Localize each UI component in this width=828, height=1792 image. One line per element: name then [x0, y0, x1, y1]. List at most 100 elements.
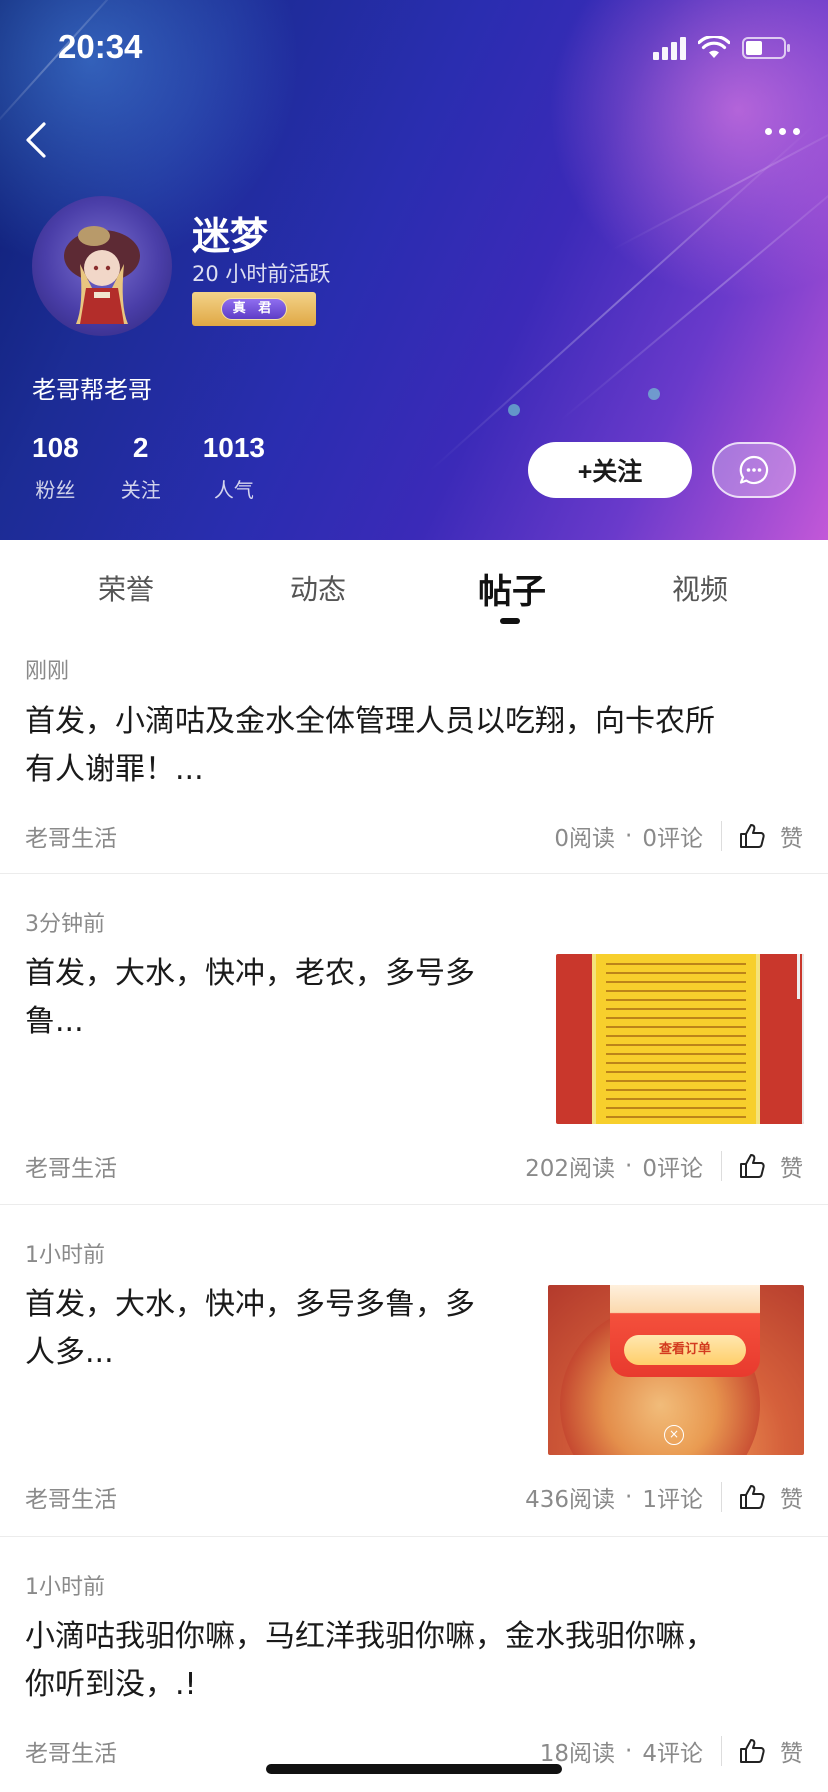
post-thumbnail[interactable] — [556, 954, 804, 1124]
like-label: 赞 — [780, 1156, 803, 1182]
divider — [721, 1482, 722, 1512]
active-tab-indicator — [500, 618, 520, 624]
tab-activity[interactable]: 动态 — [290, 568, 346, 608]
stat-value: 1013 — [202, 432, 266, 463]
separator: · — [625, 823, 633, 849]
comment-count: 0评论 — [642, 1156, 703, 1182]
divider — [721, 1736, 722, 1766]
post-item[interactable]: 1小时前 首发，大水，快冲，多号多鲁，多 人多... 查看订单 × 老哥生活 4… — [0, 1205, 828, 1537]
post-source[interactable]: 老哥生活 — [25, 1480, 117, 1514]
divider — [721, 821, 722, 851]
post-counts: 436阅读 · 1评论 — [525, 1480, 703, 1514]
post-title-line: 有人谢罪！... — [25, 752, 204, 787]
read-count: 18阅读 — [539, 1741, 616, 1767]
profile-header: 20:34 迷梦 20 小时前活跃 真 君 老哥帮老哥 108 粉丝 2 关注 … — [0, 0, 828, 540]
separator: · — [625, 1738, 633, 1764]
post-title-line: 首发，大水，快冲，多号多鲁，多 — [25, 1287, 475, 1322]
stat-label: 粉丝 — [35, 478, 76, 502]
more-options-icon[interactable] — [765, 128, 800, 135]
read-count: 436阅读 — [525, 1487, 616, 1513]
post-title-line: 首发，大水，快冲，老农，多号多 — [25, 956, 475, 991]
post-title: 首发，小滴咕及金水全体管理人员以吃翔，向卡农所 有人谢罪！... — [25, 698, 805, 794]
home-indicator[interactable] — [266, 1764, 562, 1774]
stat-following[interactable]: 2 关注 — [121, 432, 161, 503]
thumbs-up-icon — [740, 1154, 765, 1178]
like-button[interactable]: 赞 — [738, 819, 803, 853]
chat-bubble-icon — [739, 455, 769, 485]
post-counts: 18阅读 · 4评论 — [540, 1734, 703, 1768]
tab-posts[interactable]: 帖子 — [478, 564, 546, 613]
like-button[interactable]: 赞 — [738, 1480, 803, 1514]
stat-value: 108 — [32, 432, 79, 463]
follow-button[interactable]: +关注 — [528, 442, 692, 498]
user-bio: 老哥帮老哥 — [32, 376, 152, 404]
stat-popularity: 1013 人气 — [203, 432, 265, 503]
read-count: 0阅读 — [554, 826, 616, 852]
stat-value: 2 — [132, 432, 149, 463]
like-label: 赞 — [780, 1741, 803, 1767]
thumbs-up-icon — [740, 1739, 765, 1763]
post-thumbnail[interactable]: 查看订单 × — [548, 1285, 804, 1455]
header-light-dot — [508, 404, 520, 416]
post-item[interactable]: 1小时前 小滴咕我驲你嘛，马红洋我驲你嘛，金水我驲你嘛， 你听到没，.! 老哥生… — [0, 1537, 828, 1792]
post-time: 3分钟前 — [25, 912, 105, 937]
message-button[interactable] — [712, 442, 796, 498]
post-source[interactable]: 老哥生活 — [25, 1149, 117, 1183]
comment-count: 4评论 — [642, 1741, 703, 1767]
separator: · — [625, 1153, 633, 1179]
title-badge[interactable]: 真 君 — [192, 292, 316, 326]
tab-honor[interactable]: 荣誉 — [98, 568, 154, 608]
profile-stats: 108 粉丝 2 关注 1013 人气 — [32, 432, 307, 503]
post-item[interactable]: 刚刚 首发，小滴咕及金水全体管理人员以吃翔，向卡农所 有人谢罪！... 老哥生活… — [0, 630, 828, 874]
post-item[interactable]: 3分钟前 首发，大水，快冲，老农，多号多 鲁... 老哥生活 202阅读 · 0… — [0, 874, 828, 1205]
like-label: 赞 — [780, 826, 803, 852]
thumbnail-view-order-button: 查看订单 — [624, 1335, 746, 1365]
wifi-icon — [698, 36, 730, 60]
tab-videos[interactable]: 视频 — [672, 568, 728, 608]
post-footer: 老哥生活 0阅读 · 0评论 赞 — [25, 816, 803, 856]
post-title-line: 你听到没，.! — [25, 1667, 197, 1702]
post-footer: 老哥生活 202阅读 · 0评论 赞 — [25, 1146, 803, 1186]
thumbs-up-icon — [740, 824, 765, 848]
like-button[interactable]: 赞 — [738, 1734, 803, 1768]
post-title-line: 鲁... — [25, 1004, 84, 1039]
badge-label: 真 君 — [221, 298, 287, 320]
username: 迷梦 — [192, 214, 269, 258]
thumbnail-close-icon: × — [664, 1425, 684, 1445]
post-time: 1小时前 — [25, 1575, 105, 1600]
divider — [721, 1151, 722, 1181]
comment-count: 0评论 — [642, 826, 703, 852]
post-counts: 202阅读 · 0评论 — [525, 1149, 703, 1183]
post-source[interactable]: 老哥生活 — [25, 819, 117, 853]
status-time: 20:34 — [58, 28, 143, 65]
last-active-time: 20 小时前活跃 — [192, 262, 331, 286]
like-button[interactable]: 赞 — [738, 1149, 803, 1183]
avatar[interactable] — [32, 196, 172, 336]
thumbnail-scrollbar — [797, 954, 800, 999]
post-title: 首发，大水，快冲，老农，多号多 鲁... — [25, 950, 535, 1046]
post-footer: 老哥生活 436阅读 · 1评论 赞 — [25, 1477, 803, 1517]
battery-icon — [742, 36, 792, 60]
post-time: 刚刚 — [25, 659, 70, 684]
post-time: 1小时前 — [25, 1243, 105, 1268]
thumbnail-prize-list — [592, 954, 760, 1124]
status-icons — [653, 36, 792, 60]
thumbnail-edge — [802, 954, 804, 1124]
cellular-signal-icon — [653, 36, 686, 60]
post-counts: 0阅读 · 0评论 — [554, 819, 703, 853]
post-title-line: 人多... — [25, 1335, 114, 1370]
back-icon[interactable] — [22, 120, 52, 160]
post-title: 小滴咕我驲你嘛，马红洋我驲你嘛，金水我驲你嘛， 你听到没，.! — [25, 1613, 815, 1709]
separator: · — [625, 1484, 633, 1510]
stat-fans[interactable]: 108 粉丝 — [32, 432, 79, 503]
post-title: 首发，大水，快冲，多号多鲁，多 人多... — [25, 1281, 535, 1377]
comment-count: 1评论 — [642, 1487, 703, 1513]
read-count: 202阅读 — [525, 1156, 616, 1182]
profile-tabs: 荣誉 动态 帖子 视频 — [0, 540, 828, 630]
stat-label: 关注 — [120, 478, 161, 502]
like-label: 赞 — [780, 1487, 803, 1513]
post-title-line: 首发，小滴咕及金水全体管理人员以吃翔，向卡农所 — [25, 704, 715, 739]
header-light-dot — [648, 388, 660, 400]
post-source[interactable]: 老哥生活 — [25, 1734, 117, 1768]
thumbs-up-icon — [740, 1485, 765, 1509]
